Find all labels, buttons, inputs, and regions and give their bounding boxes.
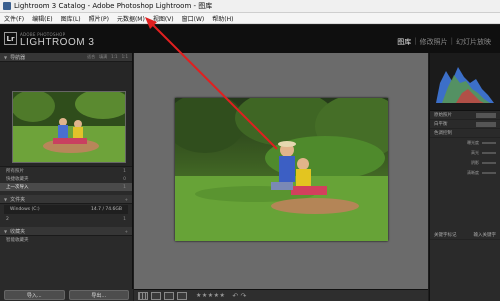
left-panel: ▼ 导航器 适合 填满 1:1 1:1 所有照片 1 快捷收藏夹 0 上一次导入… <box>0 53 133 301</box>
menu-file[interactable]: 文件(F) <box>0 14 28 23</box>
menu-library[interactable]: 图库(L) <box>57 14 85 23</box>
menu-photo[interactable]: 照片(P) <box>85 14 113 23</box>
folders-title: 文件夹 <box>10 196 26 203</box>
collections-header[interactable]: ▼ 收藏夹 + <box>0 227 132 236</box>
folder-volume-row[interactable]: Windows (C:) 14.7 / 74.6GB <box>4 205 128 214</box>
rotate-icons[interactable]: ↶ ↷ <box>232 292 246 300</box>
add-folder-icon[interactable]: + <box>125 197 128 202</box>
menu-window[interactable]: 窗口(W) <box>178 14 209 23</box>
collapse-triangle-icon[interactable]: ▼ <box>4 55 7 60</box>
navigator-title: 导航器 <box>10 54 26 61</box>
survey-view-icon[interactable] <box>177 291 187 300</box>
navigator-thumbnail[interactable] <box>12 91 126 163</box>
brand-title: LIGHTROOM 3 <box>20 37 95 48</box>
import-export-bar: 导入... 导出... <box>0 289 133 301</box>
panel-row-tone-control[interactable]: 色调控制 <box>430 129 500 138</box>
import-button[interactable]: 导入... <box>4 290 65 300</box>
title-bar: Lightroom 3 Catalog - Adobe Photoshop Li… <box>0 0 500 13</box>
collection-row-smart[interactable]: 智能收藏夹 <box>0 236 132 244</box>
menu-view[interactable]: 视图(V) <box>149 14 178 23</box>
panel-row-white-balance[interactable]: 白平衡 <box>430 120 500 129</box>
module-slideshow[interactable]: 幻灯片放映 <box>453 37 494 47</box>
panel-row-label: 色调控制 <box>434 131 452 136</box>
folder-label: Windows (C:) <box>10 207 40 212</box>
menu-help[interactable]: 帮助(H) <box>208 14 237 23</box>
lightroom-logo: Lr <box>4 32 17 45</box>
keyword-label: 关键字标记 <box>434 233 457 238</box>
slider-track[interactable] <box>482 172 496 174</box>
identity-plate: Lr ADOBE PHOTOSHOP LIGHTROOM 3 图库 | 修改照片… <box>0 25 500 53</box>
family-photo-image <box>175 98 388 241</box>
folder-label: 2 <box>6 216 9 222</box>
panel-row-label: 原始照片 <box>434 113 452 118</box>
slider-label: 清晰度 <box>467 170 479 175</box>
folder-row[interactable]: 2 1 <box>0 215 132 223</box>
menu-metadata[interactable]: 元数据(M) <box>113 14 149 23</box>
collapse-triangle-icon[interactable]: ▼ <box>4 197 7 202</box>
slider-label: 曝光度 <box>467 140 479 145</box>
catalog-row-quick-collection[interactable]: 快捷收藏夹 0 <box>0 175 132 183</box>
module-picker: 图库 | 修改照片 | 幻灯片放映 <box>394 37 494 47</box>
folder-count: 14.7 / 74.6GB <box>91 207 122 212</box>
compare-view-icon[interactable] <box>164 291 174 300</box>
catalog-row-label: 快捷收藏夹 <box>6 177 29 182</box>
thumbnail-photo <box>13 92 125 162</box>
catalog-row-previous-import[interactable]: 上一次导入 1 <box>0 183 132 191</box>
right-panel: 原始照片 白平衡 色调控制 曝光度 高光 阴影 清晰度 关键字标记 输入关键字 <box>429 53 500 301</box>
folders-header[interactable]: ▼ 文件夹 + <box>0 195 132 204</box>
zoom-options: 适合 填满 1:1 1:1 <box>87 54 128 60</box>
keyword-input[interactable]: 输入关键字 <box>474 232 497 238</box>
panel-row-original-photo[interactable]: 原始照片 <box>430 111 500 120</box>
dropdown-value[interactable] <box>476 121 496 127</box>
catalog-row-all-photos[interactable]: 所有照片 1 <box>0 167 132 175</box>
main-photo[interactable] <box>175 98 388 241</box>
slider-label: 高光 <box>471 150 479 155</box>
window-title: Lightroom 3 Catalog - Adobe Photoshop Li… <box>14 2 213 10</box>
catalog-row-count: 1 <box>123 184 126 190</box>
collections-title: 收藏夹 <box>10 228 26 235</box>
app-icon <box>3 2 11 10</box>
slider-track[interactable] <box>482 152 496 154</box>
histogram-graph <box>436 67 494 103</box>
navigator-preview[interactable] <box>0 62 132 167</box>
catalog-row-label: 所有照片 <box>6 169 24 174</box>
slider-track[interactable] <box>482 142 496 144</box>
slider-shadows[interactable]: 阴影 <box>430 158 500 168</box>
slider-highlights[interactable]: 高光 <box>430 148 500 158</box>
collection-label: 智能收藏夹 <box>6 238 29 243</box>
slider-label: 阴影 <box>471 160 479 165</box>
zoom-custom[interactable]: 1:1 <box>122 54 128 60</box>
folder-count: 1 <box>123 216 126 222</box>
slider-track[interactable] <box>482 162 496 164</box>
export-button[interactable]: 导出... <box>68 290 129 300</box>
add-collection-icon[interactable]: + <box>125 229 128 234</box>
collapse-triangle-icon[interactable]: ▼ <box>4 229 7 234</box>
module-develop[interactable]: 修改照片 <box>417 37 451 47</box>
menu-edit[interactable]: 编辑(E) <box>28 14 56 23</box>
catalog-row-count: 1 <box>123 168 126 174</box>
navigator-header[interactable]: ▼ 导航器 适合 填满 1:1 1:1 <box>0 53 132 62</box>
loupe-view-icon[interactable] <box>151 291 161 300</box>
catalog-row-count: 0 <box>123 176 126 182</box>
module-library[interactable]: 图库 <box>394 37 414 47</box>
zoom-1to1[interactable]: 1:1 <box>111 54 117 60</box>
panel-row-label: 白平衡 <box>434 122 448 127</box>
slider-clarity[interactable]: 清晰度 <box>430 168 500 178</box>
menu-bar: 文件(F) 编辑(E) 图库(L) 照片(P) 元数据(M) 视图(V) 窗口(… <box>0 13 500 24</box>
toolbar: ★★★★★ ↶ ↷ <box>134 289 428 301</box>
zoom-fit[interactable]: 适合 <box>87 54 95 60</box>
rating-stars[interactable]: ★★★★★ <box>196 292 225 299</box>
histogram[interactable] <box>430 53 500 111</box>
slider-exposure[interactable]: 曝光度 <box>430 138 500 148</box>
grid-view-icon[interactable] <box>138 291 148 300</box>
keyword-row[interactable]: 关键字标记 输入关键字 <box>430 231 500 240</box>
zoom-fill[interactable]: 填满 <box>99 54 107 60</box>
loupe-view[interactable] <box>134 53 428 289</box>
catalog-row-label: 上一次导入 <box>6 185 29 190</box>
dropdown-value[interactable] <box>476 112 496 118</box>
